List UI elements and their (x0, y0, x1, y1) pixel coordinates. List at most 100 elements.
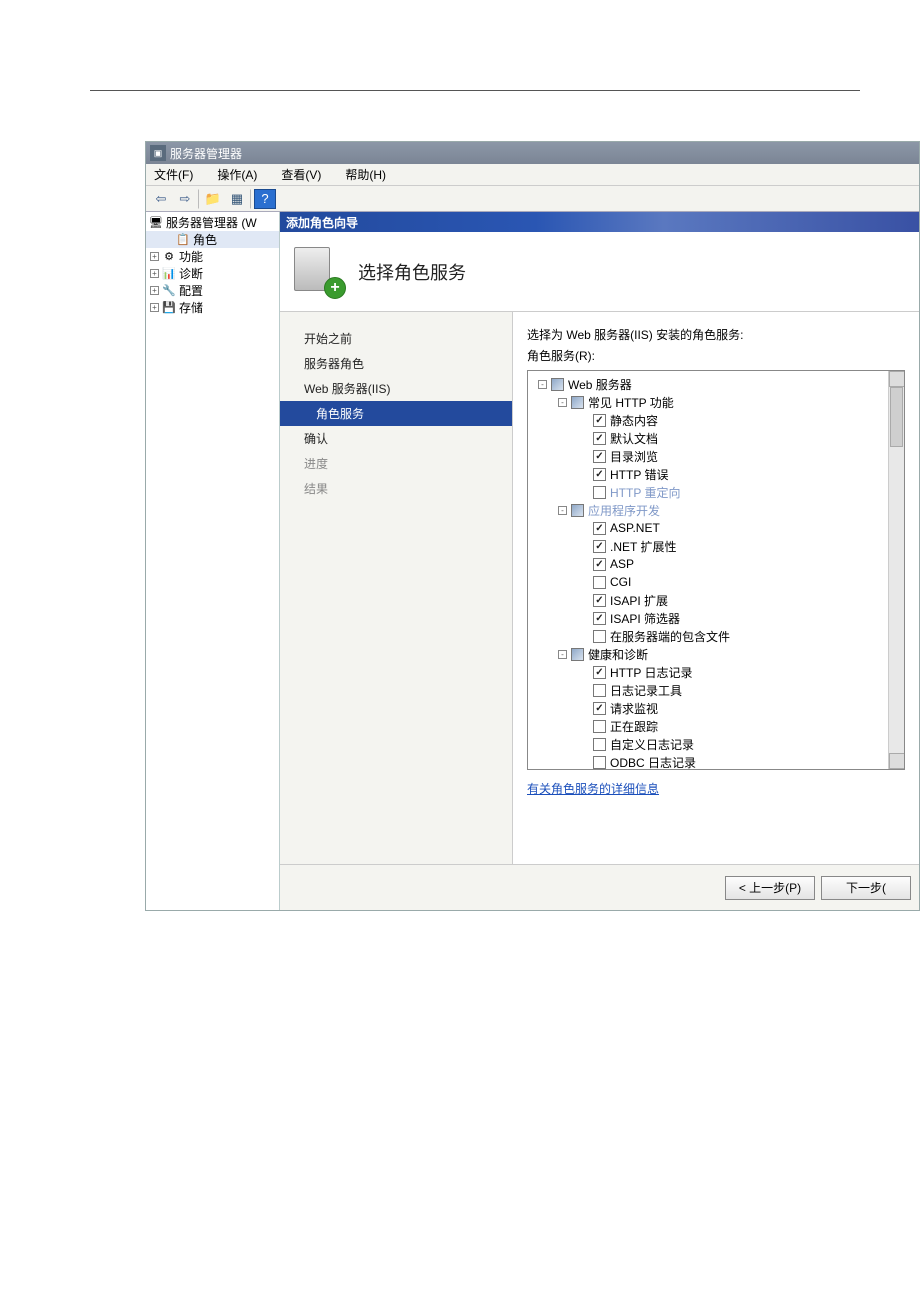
checkbox[interactable] (593, 468, 606, 481)
role-tree-row[interactable]: - Web 服务器 (530, 375, 902, 393)
role-tree-row[interactable]: 日志记录工具 (530, 681, 902, 699)
checkbox[interactable] (593, 702, 606, 715)
tree-root[interactable]: 🖥 服务器管理器 (W (146, 214, 279, 231)
role-tree-row[interactable]: 目录浏览 (530, 447, 902, 465)
checkbox[interactable] (593, 576, 606, 589)
forward-button[interactable]: ⇨ (174, 189, 196, 209)
role-tree-row[interactable]: ISAPI 筛选器 (530, 609, 902, 627)
role-tree-row[interactable]: HTTP 日志记录 (530, 663, 902, 681)
role-label: 自定义日志记录 (610, 736, 694, 753)
role-tree-row[interactable]: ASP.NET (530, 519, 902, 537)
scroll-up-icon[interactable]: ▲ (889, 371, 905, 387)
menu-file[interactable]: 文件(F) (150, 164, 197, 185)
role-tree-row[interactable]: HTTP 错误 (530, 465, 902, 483)
nav-server-roles[interactable]: 服务器角色 (280, 351, 512, 376)
nav-role-services[interactable]: 角色服务 (280, 401, 512, 426)
role-tree-row[interactable]: 请求监视 (530, 699, 902, 717)
document-rule (90, 90, 860, 91)
role-label: 默认文档 (610, 430, 658, 447)
role-tree-row[interactable]: 默认文档 (530, 429, 902, 447)
role-tree-row[interactable]: ISAPI 扩展 (530, 591, 902, 609)
tree-item-features[interactable]: + ⚙ 功能 (146, 248, 279, 265)
role-label: .NET 扩展性 (610, 538, 676, 555)
collapse-icon[interactable]: - (558, 398, 567, 407)
role-tree-row[interactable]: 在服务器端的包含文件 (530, 627, 902, 645)
checkbox[interactable] (551, 378, 564, 391)
role-label: ISAPI 扩展 (610, 592, 668, 609)
checkbox[interactable] (593, 666, 606, 679)
checkbox[interactable] (593, 432, 606, 445)
role-tree-row[interactable]: -健康和诊断 (530, 645, 902, 663)
tree-item-storage[interactable]: + 💾 存储 (146, 299, 279, 316)
properties-button[interactable]: ▦ (226, 189, 248, 209)
window-titlebar[interactable]: ▣ 服务器管理器 (146, 142, 919, 164)
role-tree-row[interactable]: 自定义日志记录 (530, 735, 902, 753)
checkbox[interactable] (593, 414, 606, 427)
role-label: HTTP 错误 (610, 466, 668, 483)
wizard-title: 添加角色向导 (286, 214, 358, 231)
scroll-down-icon[interactable]: ▼ (889, 753, 905, 769)
checkbox[interactable] (593, 684, 606, 697)
checkbox[interactable] (593, 450, 606, 463)
role-tree-row[interactable]: 静态内容 (530, 411, 902, 429)
sidebar-tree: 🖥 服务器管理器 (W 📋 角色 + ⚙ 功能 + 📊 诊断 (146, 212, 280, 910)
role-tree-row[interactable]: CGI (530, 573, 902, 591)
server-manager-window: ▣ 服务器管理器 文件(F) 操作(A) 查看(V) 帮助(H) ⇦ ⇨ 📁 ▦… (145, 141, 920, 911)
checkbox[interactable] (593, 612, 606, 625)
previous-button[interactable]: < 上一步(P) (725, 876, 815, 900)
nav-web-server-iis[interactable]: Web 服务器(IIS) (280, 376, 512, 401)
role-label: 应用程序开发 (588, 502, 660, 519)
window-title: 服务器管理器 (170, 145, 242, 162)
vertical-scrollbar[interactable]: ▲ ▼ (888, 371, 904, 769)
role-tree-row[interactable]: -常见 HTTP 功能 (530, 393, 902, 411)
role-tree-row[interactable]: ASP (530, 555, 902, 573)
checkbox[interactable] (593, 720, 606, 733)
role-tree-row[interactable]: 正在跟踪 (530, 717, 902, 735)
checkbox[interactable] (593, 558, 606, 571)
nav-before-begin[interactable]: 开始之前 (280, 326, 512, 351)
wizard-titlebar[interactable]: 添加角色向导 (280, 212, 919, 232)
tree-item-diagnostics[interactable]: + 📊 诊断 (146, 265, 279, 282)
checkbox[interactable] (593, 540, 606, 553)
tree-item-config[interactable]: + 🔧 配置 (146, 282, 279, 299)
storage-icon: 💾 (161, 300, 177, 316)
role-tree-row[interactable]: - 应用程序开发 (530, 501, 902, 519)
checkbox[interactable] (593, 522, 606, 535)
checkbox[interactable] (593, 486, 606, 499)
toolbar-separator (250, 189, 252, 209)
checkbox[interactable] (593, 594, 606, 607)
expand-icon[interactable]: + (150, 252, 159, 261)
role-label: Web 服务器 (568, 376, 632, 393)
checkbox[interactable] (571, 396, 584, 409)
menu-view[interactable]: 查看(V) (277, 164, 325, 185)
tree-label: 配置 (179, 282, 203, 299)
help-button[interactable]: ? (254, 189, 276, 209)
tree-item-roles[interactable]: 📋 角色 (146, 231, 279, 248)
menu-action[interactable]: 操作(A) (213, 164, 261, 185)
next-button[interactable]: 下一步( (821, 876, 911, 900)
checkbox[interactable] (593, 630, 606, 643)
up-button[interactable]: 📁 (202, 189, 224, 209)
scroll-thumb[interactable] (890, 387, 903, 447)
checkbox[interactable] (571, 504, 584, 517)
collapse-icon[interactable]: - (558, 650, 567, 659)
role-tree-row[interactable]: ODBC 日志记录 (530, 753, 902, 770)
role-label: HTTP 日志记录 (610, 664, 692, 681)
expand-icon[interactable]: + (150, 303, 159, 312)
role-tree-row[interactable]: .NET 扩展性 (530, 537, 902, 555)
tree-root-label: 服务器管理器 (W (166, 214, 257, 231)
expand-icon[interactable]: + (150, 269, 159, 278)
checkbox[interactable] (593, 738, 606, 751)
role-label: 请求监视 (610, 700, 658, 717)
more-info-link[interactable]: 有关角色服务的详细信息 (527, 780, 905, 797)
checkbox[interactable] (571, 648, 584, 661)
nav-confirmation[interactable]: 确认 (280, 426, 512, 451)
collapse-icon[interactable]: - (538, 380, 547, 389)
role-label: 日志记录工具 (610, 682, 682, 699)
back-button[interactable]: ⇦ (150, 189, 172, 209)
expand-icon[interactable]: + (150, 286, 159, 295)
collapse-icon[interactable]: - (558, 506, 567, 515)
menu-help[interactable]: 帮助(H) (341, 164, 390, 185)
role-tree-row[interactable]: HTTP 重定向 (530, 483, 902, 501)
checkbox[interactable] (593, 756, 606, 769)
